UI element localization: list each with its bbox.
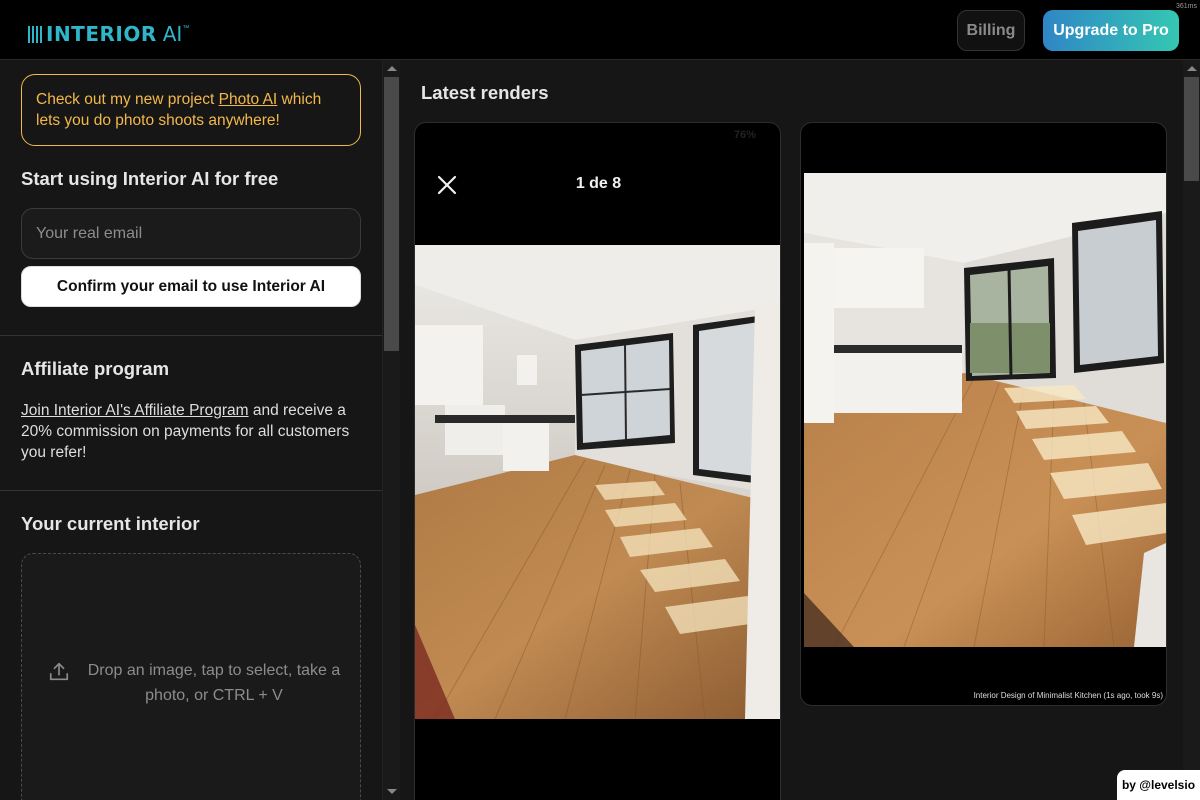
section-divider (0, 335, 382, 336)
render-card[interactable]: 76% 1 de 8 (414, 122, 781, 800)
confirm-email-button[interactable]: Confirm your email to use Interior AI (21, 266, 361, 307)
section-divider (0, 490, 382, 491)
author-credit-link[interactable]: by @levelsio (1117, 770, 1200, 800)
logo[interactable]: INTERIOR AI ™ (28, 20, 189, 48)
affiliate-program-link[interactable]: Join Interior AI's Affiliate Program (21, 402, 249, 419)
render-image (415, 245, 780, 719)
logo-trademark: ™ (182, 24, 190, 32)
upgrade-to-pro-button[interactable]: Upgrade to Pro (1043, 10, 1179, 51)
sidebar-scrollbar[interactable] (382, 60, 400, 800)
dropzone-text: Drop an image, tap to select, take a pho… (87, 662, 341, 704)
render-caption: Interior Design of Minimalist Kitchen (1… (973, 691, 1163, 700)
latest-renders-title: Latest renders (421, 82, 549, 103)
signup-title: Start using Interior AI for free (21, 168, 279, 189)
room-photo-2 (804, 173, 1166, 647)
logo-text: INTERIOR (46, 22, 157, 46)
room-photo-1 (415, 245, 780, 719)
logo-bars-icon (28, 25, 42, 43)
dropzone-content: Drop an image, tap to select, take a pho… (48, 658, 348, 708)
render-image (804, 173, 1166, 647)
upload-icon (49, 662, 69, 681)
promo-text-before: Check out my new project (36, 91, 219, 108)
affiliate-title: Affiliate program (21, 358, 170, 379)
scroll-down-arrow-icon[interactable] (387, 789, 397, 794)
scroll-up-arrow-icon[interactable] (1187, 66, 1197, 71)
render-card[interactable]: Interior Design of Minimalist Kitchen (1… (800, 122, 1167, 706)
current-interior-title: Your current interior (21, 513, 200, 534)
sidebar: Check out my new project Photo AI which … (0, 60, 382, 800)
header: INTERIOR AI ™ 361ms Billing Upgrade to P… (0, 0, 1200, 60)
image-counter: 1 de 8 (575, 175, 622, 192)
sidebar-scrollbar-thumb[interactable] (384, 77, 399, 351)
battery-status: 76% (733, 129, 756, 141)
affiliate-text: Join Interior AI's Affiliate Program and… (21, 400, 366, 463)
main-scrollbar[interactable] (1183, 60, 1200, 800)
main-content: Latest renders 76% 1 de 8 Interior Desig… (400, 60, 1183, 800)
photo-ai-link[interactable]: Photo AI (219, 91, 278, 108)
logo-ai-text: AI (162, 22, 183, 46)
email-input[interactable] (21, 208, 361, 259)
billing-button[interactable]: Billing (957, 10, 1025, 51)
scroll-up-arrow-icon[interactable] (387, 66, 397, 71)
main-scrollbar-thumb[interactable] (1184, 77, 1199, 181)
promo-banner: Check out my new project Photo AI which … (21, 74, 361, 146)
render-timing: 361ms (1175, 3, 1197, 10)
image-dropzone[interactable]: Drop an image, tap to select, take a pho… (21, 553, 361, 800)
